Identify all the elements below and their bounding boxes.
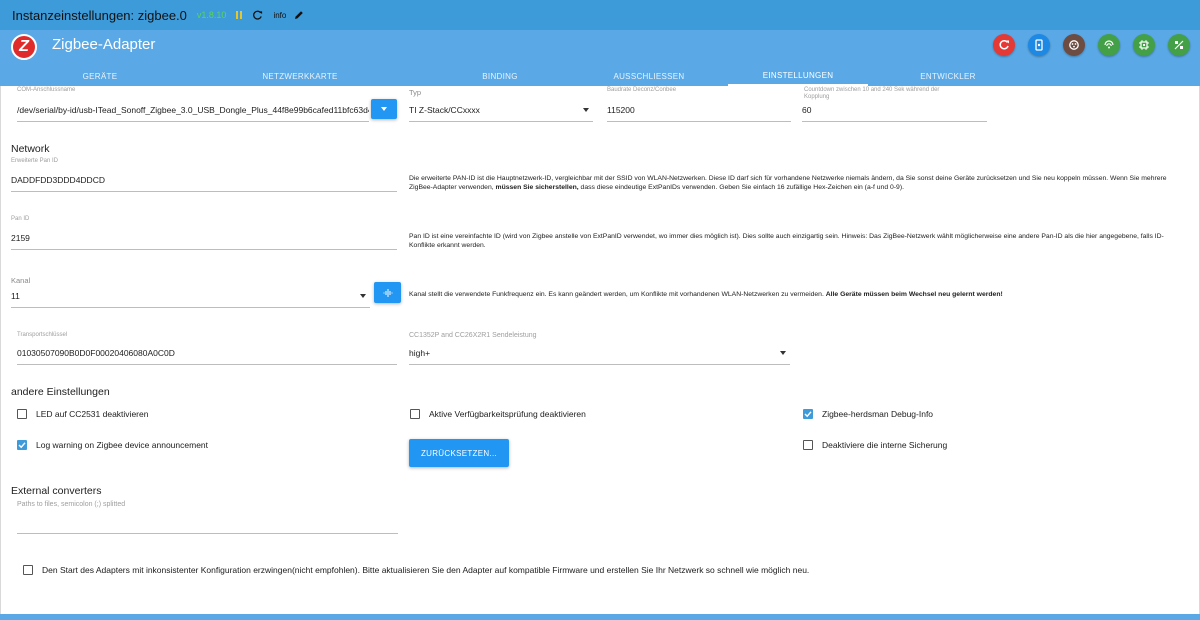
- wifi-scan-icon: [1104, 40, 1114, 49]
- kanal-value: 11: [11, 290, 20, 301]
- touchlink-button[interactable]: [1063, 34, 1085, 56]
- refresh-icon: [999, 40, 1009, 50]
- com-port-select-button[interactable]: [371, 99, 397, 119]
- window-titlebar: Instanzeinstellungen: zigbee.0 v1.8.10 i…: [0, 0, 1200, 30]
- typ-select[interactable]: TI Z-Stack/CCxxxx: [409, 98, 593, 122]
- typ-label: Typ: [409, 88, 422, 97]
- pairing-button[interactable]: [1028, 34, 1050, 56]
- checkbox-box[interactable]: [410, 409, 420, 419]
- baud-label: Baudrate Deconz/Conbee: [607, 87, 677, 93]
- dropdown-caret-icon: [583, 107, 589, 112]
- phone-icon: [1035, 39, 1043, 51]
- checkbox-box[interactable]: [17, 409, 27, 419]
- tab-netzwerkkarte[interactable]: NETZWERKKARTE: [230, 66, 370, 86]
- power-select[interactable]: high+: [409, 341, 790, 365]
- typ-value: TI Z-Stack/CCxxxx: [409, 104, 480, 115]
- com-port-label: COM-Anschlussname: [17, 87, 76, 93]
- pan-field[interactable]: 2159: [11, 226, 397, 250]
- chip-icon: [1139, 40, 1149, 50]
- power-label: CC1352P and CC26X2R1 Sendeleistung: [409, 332, 537, 339]
- app-name: Zigbee-Adapter: [52, 36, 156, 53]
- touchlink-icon: [1069, 40, 1079, 50]
- pan-label: Pan ID: [11, 216, 30, 222]
- signal-icon: [383, 288, 392, 297]
- kanal-select[interactable]: 11: [11, 284, 370, 308]
- tab-geraete[interactable]: GERÄTE: [30, 66, 170, 86]
- transport-key-field[interactable]: 01030507090B0D0F00020406080A0C0D: [17, 341, 397, 365]
- tab-bar: GERÄTE NETZWERKKARTE BINDING AUSSCHLIESS…: [0, 66, 1200, 86]
- info-label[interactable]: info: [273, 11, 286, 20]
- reload-icon[interactable]: [252, 10, 263, 21]
- stats-icon: [1174, 40, 1184, 50]
- network-heading: Network: [11, 143, 50, 155]
- converters-field[interactable]: [17, 510, 398, 534]
- checkbox-box[interactable]: [23, 565, 33, 575]
- com-port-field[interactable]: /dev/serial/by-id/usb-ITead_Sonoff_Zigbe…: [17, 98, 369, 122]
- channel-scan-button[interactable]: [374, 282, 401, 303]
- chevron-down-icon: [381, 107, 387, 111]
- settings-panel: COM-Anschlussname /dev/serial/by-id/usb-…: [0, 86, 1200, 614]
- info-button[interactable]: [1168, 34, 1190, 56]
- header-actions: [993, 34, 1190, 56]
- check-icon: [18, 442, 26, 449]
- other-settings-heading: andere Einstellungen: [11, 386, 110, 398]
- baud-field[interactable]: 115200: [607, 98, 791, 122]
- extpan-label: Erweiterte Pan ID: [11, 158, 59, 164]
- led-disable-checkbox[interactable]: LED auf CC2531 deaktivieren: [17, 409, 148, 419]
- zuruecksetzen-button[interactable]: ZURÜCKSETZEN...: [409, 439, 509, 467]
- converters-hint: Paths to files, semicolon (;) splitted: [17, 501, 126, 508]
- reset-button[interactable]: [993, 34, 1015, 56]
- adapter-header: Z Zigbee-Adapter GERÄTE NETZWERKKARTE BI…: [0, 30, 1200, 86]
- pan-description: Pan ID ist eine vereinfachte ID (wird vo…: [409, 233, 1164, 249]
- power-value: high+: [409, 347, 431, 358]
- pause-icon[interactable]: [234, 10, 244, 20]
- zigbee-logo: Z: [11, 34, 37, 60]
- checkbox-box[interactable]: [803, 440, 813, 450]
- extpan-description: Die erweiterte PAN-ID ist die Hauptnetzw…: [409, 175, 1167, 191]
- tab-ausschliessen[interactable]: AUSSCHLIESSEN: [579, 66, 719, 86]
- backup-disable-checkbox[interactable]: Deaktiviere die interne Sicherung: [803, 440, 947, 450]
- force-start-checkbox[interactable]: Den Start des Adapters mit inkonsistente…: [23, 565, 809, 575]
- availability-disable-checkbox[interactable]: Aktive Verfügbarkeitsprüfung deaktiviere…: [410, 409, 586, 419]
- tab-binding[interactable]: BINDING: [430, 66, 570, 86]
- chip-button[interactable]: [1133, 34, 1155, 56]
- extpan-field[interactable]: DADDFDD3DDD4DDCD: [11, 168, 397, 192]
- herdsman-debug-checkbox[interactable]: Zigbee-herdsman Debug-Info: [803, 409, 933, 419]
- countdown-field[interactable]: 60: [802, 98, 987, 122]
- tab-entwickler[interactable]: ENTWICKLER: [878, 66, 1018, 86]
- dropdown-caret-icon: [360, 293, 366, 298]
- tab-einstellungen[interactable]: EINSTELLUNGEN: [728, 66, 868, 86]
- transport-key-label: Transportschlüssel: [17, 332, 68, 338]
- external-converters-heading: External converters: [11, 485, 102, 497]
- edit-icon[interactable]: [294, 10, 304, 20]
- window-title: Instanzeinstellungen: zigbee.0: [12, 7, 187, 23]
- check-icon: [804, 411, 812, 418]
- version-label: v1.8.10: [196, 10, 227, 20]
- scan-button[interactable]: [1098, 34, 1120, 56]
- dropdown-caret-icon: [780, 350, 786, 355]
- kanal-description: Kanal stellt die verwendete Funkfrequenz…: [409, 291, 1003, 298]
- checkbox-box[interactable]: [17, 440, 27, 450]
- bottom-bar: [0, 614, 1200, 620]
- checkbox-box[interactable]: [803, 409, 813, 419]
- log-warning-checkbox[interactable]: Log warning on Zigbee device announcemen…: [17, 440, 208, 450]
